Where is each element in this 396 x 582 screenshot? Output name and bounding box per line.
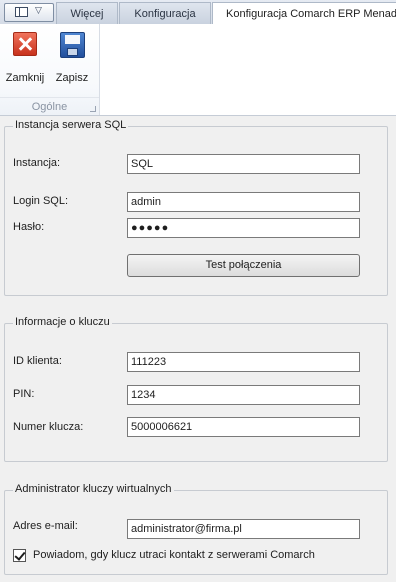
password-input[interactable] [127,218,360,238]
key-number-label: Numer klucza: [13,421,84,433]
close-icon [13,32,37,56]
notify-checkbox[interactable] [13,549,26,562]
ribbon-group-label: Ogólne [0,97,99,116]
save-button[interactable]: Zapisz [49,30,95,86]
test-connection-button[interactable]: Test połączenia [127,254,360,277]
key-number-input[interactable] [127,417,360,437]
sql-login-label: Login SQL: [13,195,69,207]
sql-server-group-title: Instancja serwera SQL [13,119,129,131]
client-id-input[interactable] [127,352,360,372]
instance-input[interactable] [127,154,360,174]
key-info-group: Informacje o kluczu ID klienta: PIN: Num… [4,316,388,462]
password-label: Hasło: [13,221,45,233]
tab-erp-key-manager-configuration[interactable]: Konfiguracja Comarch ERP Menadżer Kluczy [212,2,396,25]
virtual-keys-admin-group-title: Administrator kluczy wirtualnych [13,483,174,495]
notify-checkbox-label[interactable]: Powiadom, gdy klucz utraci kontakt z ser… [33,549,315,561]
save-button-label: Zapisz [55,72,89,84]
close-button-label: Zamknij [5,72,45,84]
ribbon: Zamknij Zapisz Ogólne [0,24,396,116]
chevron-down-icon: ▽ [35,5,42,15]
window-layout-icon [15,7,28,17]
pin-input[interactable] [127,385,360,405]
key-info-group-title: Informacje o kluczu [13,316,112,328]
email-input[interactable] [127,519,360,539]
tab-more[interactable]: Więcej [56,2,118,24]
email-label: Adres e-mail: [13,520,78,532]
ribbon-group-general: Zamknij Zapisz Ogólne [0,24,100,115]
sql-server-group: Instancja serwera SQL Instancja: Login S… [4,119,388,296]
ribbon-tab-strip: ▽ Więcej Konfiguracja Konfiguracja Comar… [0,0,396,25]
instance-label: Instancja: [13,157,61,169]
checkmark-icon [14,549,26,561]
tab-configuration[interactable]: Konfiguracja [119,2,211,24]
quick-access-menu-button[interactable]: ▽ [4,3,54,22]
virtual-keys-admin-group: Administrator kluczy wirtualnych Adres e… [4,483,388,575]
close-button[interactable]: Zamknij [2,30,48,86]
sql-login-input[interactable] [127,192,360,212]
client-id-label: ID klienta: [13,355,62,367]
pin-label: PIN: [13,388,35,400]
save-icon [60,32,85,58]
group-launcher-icon[interactable] [90,106,96,112]
